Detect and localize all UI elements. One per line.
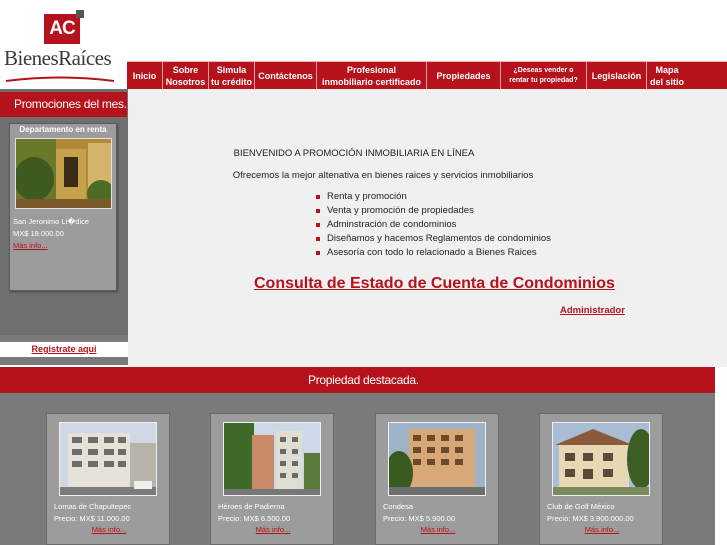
admin-link[interactable]: Administrador [560,305,625,316]
nav-item-profesional-certificado[interactable]: Profesional inmobiliario certificado [317,62,427,90]
featured-property-card: Héroes de Padierna Precio: MX$ 6.500.00 … [210,413,334,545]
bullet-icon [316,237,320,241]
nav-item-propiedades[interactable]: Propiedades [427,62,501,90]
bullet-icon [316,251,320,255]
service-item: Venta y promoción de propiedades [316,204,551,218]
property-photo[interactable] [223,422,321,496]
featured-property-card: Condesa Precio: MX$ 5.900.00 Más info... [375,413,499,545]
logo-mark-text: AC [49,18,75,39]
featured-heading-band: Propiedad destacada. [0,367,715,393]
register-link[interactable]: Registrate aqui [0,342,128,357]
property-photo[interactable] [552,422,650,496]
nav-item-inicio[interactable]: Inicio [127,62,163,90]
promo-more-link[interactable]: Más info... [13,241,48,250]
property-more-link[interactable]: Más info... [540,525,664,534]
property-photo-image [553,423,649,495]
service-item: Renta y promoción [316,190,551,204]
property-price: Precio: MX$ 3.900.000.00 [547,514,634,523]
bullet-icon [316,195,320,199]
promo-price: MX$ 18.000.00 [13,229,64,238]
service-item-label: Asesoría con todo lo relacionado a Biene… [327,247,537,258]
property-photo[interactable] [388,422,486,496]
nav-item-contactenos[interactable]: Contáctenos [255,62,317,90]
property-price: Precio: MX$ 11.000.00 [54,514,130,523]
bullet-icon [316,223,320,227]
service-item: Diseñamos y hacemos Reglamentos de condo… [316,232,551,246]
service-item-label: Renta y promoción [327,191,407,202]
nav-item-sobre-nosotros[interactable]: Sobre Nosotros [163,62,209,90]
service-item: Asesoría con todo lo relacionado a Biene… [316,246,551,260]
page: AC BienesRaíces Inicio Sobre Nosotros Si… [0,0,727,545]
services-list: Renta y promoción Venta y promoción de p… [316,190,551,260]
nav-item-mapa-sitio[interactable]: Mapa del sitio [647,62,687,90]
service-item-label: Adminstración de condominios [327,219,457,230]
promo-heading: Promociones del mes. [0,92,127,117]
nav-item-legislacion[interactable]: Legislación [587,62,647,90]
featured-property-card: Club de Golf México Precio: MX$ 3.900.00… [539,413,663,545]
promo-card: Departamento en renta San Jeronimo Lí�di… [9,123,117,291]
offer-text: Ofrecemos la mejor altenativa en bienes … [232,170,534,181]
welcome-heading: BIENVENIDO A PROMOCIÓN INMOBILIARIA EN L… [233,148,475,159]
property-price: Precio: MX$ 5.900.00 [383,514,456,523]
logo-swoosh [6,76,114,82]
property-price: Precio: MX$ 6.500.00 [218,514,291,523]
property-location: Club de Golf México [547,502,615,511]
featured-heading: Propiedad destacada. [308,373,419,387]
service-item: Adminstración de condominios [316,218,551,232]
property-photo-image [224,423,320,495]
property-more-link[interactable]: Más info... [47,525,171,534]
promo-photo[interactable] [15,138,112,209]
main-nav: Inicio Sobre Nosotros Simula tu crédito … [127,61,727,90]
property-photo[interactable] [59,422,157,496]
logo-corner-square [76,10,84,18]
promo-photo-image [16,139,111,208]
property-location: Condesa [383,502,414,511]
property-more-link[interactable]: Más info... [376,525,500,534]
featured-right-edge [715,367,727,545]
nav-item-vender-rentar[interactable]: ¿Deseas vender o rentar tu propiedad? [501,62,587,90]
logo-wordmark[interactable]: BienesRaíces [4,46,112,71]
property-more-link[interactable]: Más info... [211,525,335,534]
property-photo-image [60,423,156,495]
bullet-icon [316,209,320,213]
property-location: Lomas de Chapultepec [54,502,132,511]
featured-property-card: Lomas de Chapultepec Precio: MX$ 11.000.… [46,413,170,545]
nav-item-simula-credito[interactable]: Simula tu crédito [209,62,255,90]
promo-card-title: Departamento en renta [19,125,107,134]
property-location: Héroes de Padierna [218,502,285,511]
service-item-label: Diseñamos y hacemos Reglamentos de condo… [327,233,551,244]
service-item-label: Venta y promoción de propiedades [327,205,474,216]
property-photo-image [389,423,485,495]
logo-mark[interactable]: AC [44,6,88,44]
consulta-estado-cuenta-link[interactable]: Consulta de Estado de Cuenta de Condomin… [254,275,615,293]
promo-location: San Jeronimo Lí�dice [13,217,90,226]
